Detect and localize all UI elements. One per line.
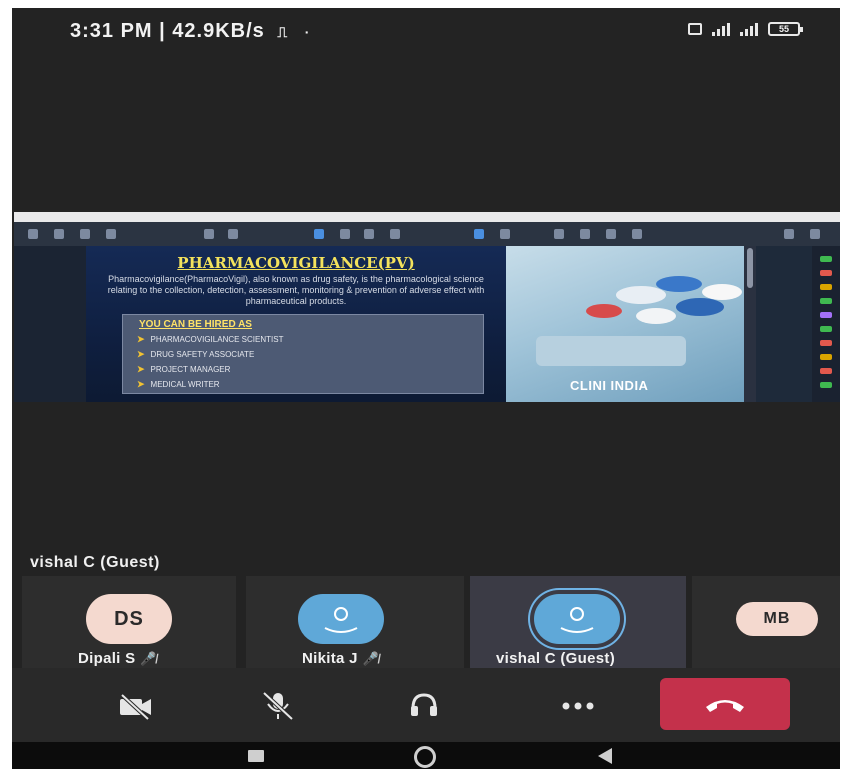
slide-title: PHARMACOVIGILANCE(PV) [177, 254, 415, 272]
slide-bullet-text: PROJECT MANAGER [150, 365, 231, 374]
end-call-button[interactable] [660, 678, 790, 730]
call-control-bar [12, 668, 840, 742]
status-time-text: 3:31 PM | 42.9KB/s [70, 20, 265, 42]
camera-toggle-button[interactable] [106, 686, 166, 726]
shared-screen[interactable]: PHARMACOVIGILANCE(PV) Pharmacovigilance(… [14, 212, 840, 402]
status-time: 3:31 PM | 42.9KB/s ⎍ · [70, 20, 310, 43]
participant-tile-active[interactable]: vishal C (Guest) [470, 576, 686, 674]
participant-tile[interactable]: Nikita J 🎤̸ [246, 576, 464, 674]
status-bar: 3:31 PM | 42.9KB/s ⎍ · 55 [12, 8, 840, 52]
presentation-slide: PHARMACOVIGILANCE(PV) Pharmacovigilance(… [86, 246, 744, 402]
shared-window-titlebar [14, 212, 840, 222]
slide-jobs-box: YOU CAN BE HIRED AS ➤ PHARMACOVIGILANCE S… [122, 314, 484, 394]
headset-icon [411, 693, 437, 716]
battery-level: 55 [778, 24, 789, 34]
clini-india-logo: CLINI INDIA [570, 378, 649, 393]
avatar: DS [86, 594, 172, 644]
mic-toggle-button[interactable] [248, 686, 308, 726]
dot-icon: · [304, 24, 311, 40]
slide-pills-photo: CLINI INDIA [506, 246, 744, 402]
shared-window-left-panel [14, 246, 86, 402]
participant-name-text: Nikita J [302, 650, 358, 667]
phone-screen: 3:31 PM | 42.9KB/s ⎍ · 55 PHARMACOVIGILA… [12, 8, 840, 769]
participant-name-text: vishal C (Guest) [496, 650, 615, 667]
more-dots-icon [562, 702, 594, 710]
avatar [298, 594, 384, 644]
participant-name: vishal C (Guest) [496, 650, 615, 667]
person-icon [560, 607, 594, 633]
avatar-initials: DS [114, 607, 144, 630]
signal-icon-2 [740, 22, 758, 36]
participant-name: Nikita J 🎤̸ [302, 650, 380, 667]
participants-row: DS Dipali S 🎤̸ Nikita J 🎤̸ vishal C (Gue… [12, 576, 840, 676]
recent-apps-button[interactable] [248, 750, 264, 762]
slide-bullet-text: DRUG SAFETY ASSOCIATE [150, 350, 255, 359]
avatar: MB [736, 602, 818, 636]
sim-icon [688, 23, 702, 35]
notification-icon: ⎍ [277, 24, 289, 40]
presenter-name-label: vishal C (Guest) [30, 554, 160, 571]
status-icons: 55 [688, 22, 803, 36]
hang-up-icon [706, 700, 744, 712]
slide-bullet: ➤ PROJECT MANAGER [137, 364, 231, 374]
android-nav-bar [12, 742, 840, 769]
participant-name: Dipali S 🎤̸ [78, 650, 157, 667]
slide-bullet: ➤ MEDICAL WRITER [137, 379, 220, 389]
mic-muted-icon: 🎤̸ [140, 651, 158, 666]
person-icon [324, 607, 358, 633]
avatar-initials: MB [763, 610, 791, 627]
slide-description: Pharmacovigilance(PharmacoVigil), also k… [107, 274, 485, 306]
mic-muted-icon: 🎤̸ [362, 651, 380, 666]
avatar [534, 594, 620, 644]
slide-box-heading: YOU CAN BE HIRED AS [139, 319, 252, 330]
camera-off-icon [120, 693, 151, 721]
battery-icon: 55 [768, 22, 803, 36]
shared-window-right-panel [812, 246, 840, 402]
shared-window-toolbar [14, 222, 840, 246]
participant-tile[interactable]: DS Dipali S 🎤̸ [22, 576, 236, 674]
slide-bullet-text: MEDICAL WRITER [150, 380, 220, 389]
slide-bullet-text: PHARMACOVIGILANCE SCIENTIST [150, 335, 284, 344]
more-options-button[interactable] [548, 686, 608, 726]
slide-text-panel: PHARMACOVIGILANCE(PV) Pharmacovigilance(… [86, 246, 506, 402]
signal-icon-1 [712, 22, 730, 36]
participant-name-text: Dipali S [78, 650, 136, 667]
back-button[interactable] [598, 748, 612, 764]
mic-off-icon [262, 691, 294, 721]
slide-bullet: ➤ DRUG SAFETY ASSOCIATE [137, 349, 255, 359]
audio-device-button[interactable] [394, 686, 454, 726]
slide-scrollbar[interactable] [744, 246, 756, 402]
participant-tile[interactable]: MB [692, 576, 840, 674]
slide-bullet: ➤ PHARMACOVIGILANCE SCIENTIST [137, 334, 284, 344]
home-button[interactable] [414, 746, 436, 768]
